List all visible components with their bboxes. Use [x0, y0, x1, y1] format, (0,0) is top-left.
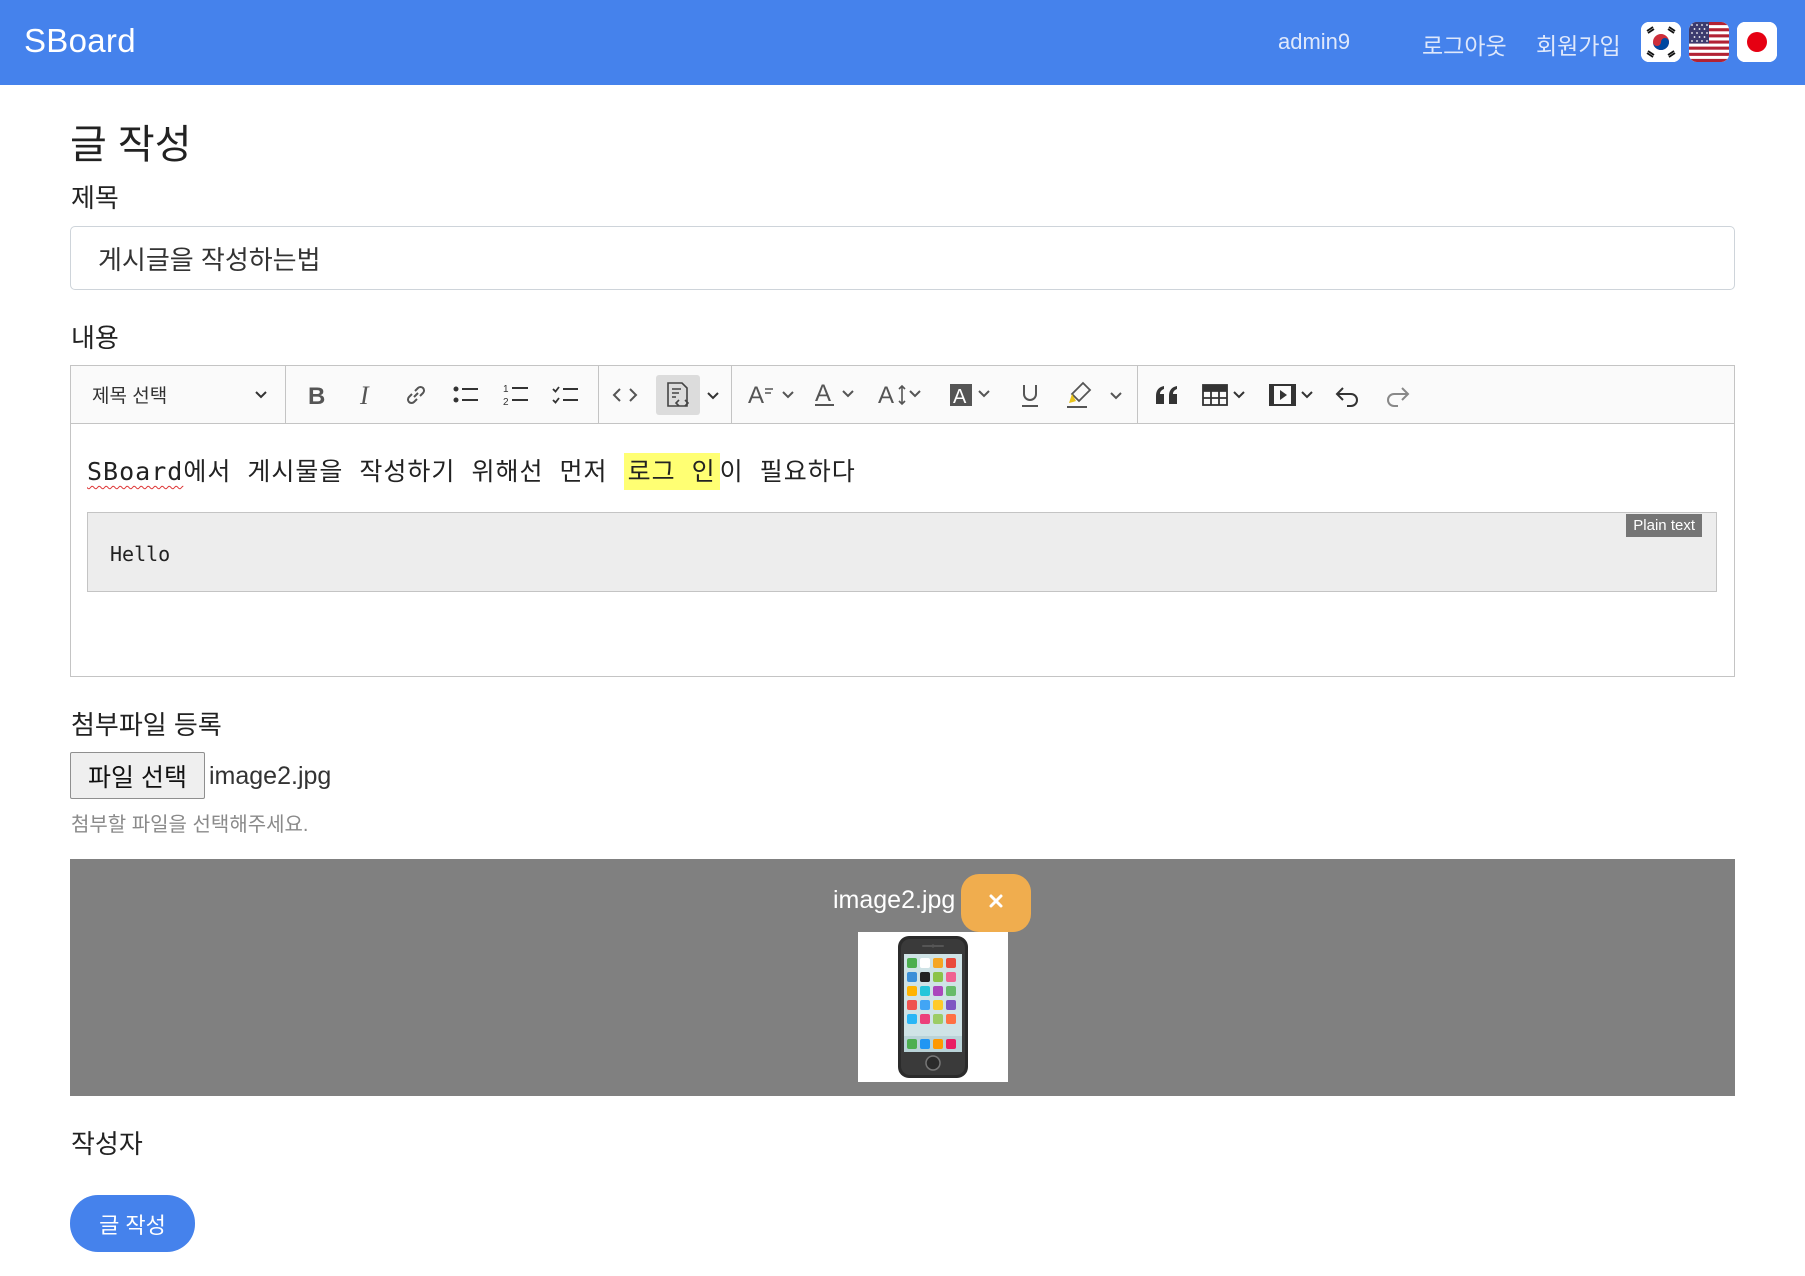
highlight-icon[interactable]: [1063, 378, 1097, 412]
spellcheck-word: SBoard: [87, 457, 184, 486]
editor-content-area[interactable]: SBoard에서 게시물을 작성하기 위해선 먼저 로그 인이 필요하다 Hel…: [71, 424, 1734, 676]
attachment-label: 첨부파일 등록: [71, 710, 222, 740]
remove-attachment-button[interactable]: [961, 874, 1031, 932]
code-language-badge: Plain text: [1626, 514, 1702, 537]
undo-icon[interactable]: [1331, 378, 1365, 412]
selected-file-name: image2.jpg: [209, 762, 332, 790]
redo-icon[interactable]: [1380, 378, 1414, 412]
choose-file-button[interactable]: 파일 선택: [70, 752, 205, 799]
logout-link[interactable]: 로그아웃: [1422, 27, 1507, 61]
code-block-dropdown-chevron-icon[interactable]: [705, 378, 721, 412]
heading-dropdown[interactable]: 제목 선택: [71, 366, 286, 423]
page-title: 글 작성: [70, 123, 192, 167]
content-label: 내용: [71, 323, 119, 353]
rich-text-editor[interactable]: 제목 선택 B I 12 A A A A SBoard에서 게시물을 작성하기 …: [70, 365, 1735, 677]
korea-flag-icon[interactable]: [1641, 22, 1681, 62]
title-label: 제목: [71, 183, 119, 213]
svg-text:2: 2: [503, 397, 509, 408]
phone-image: [858, 932, 1008, 1082]
toolbar-separator: [1137, 366, 1138, 423]
close-icon: [988, 893, 1004, 914]
link-icon[interactable]: [399, 378, 433, 412]
highlight-dropdown-chevron-icon[interactable]: [1108, 378, 1124, 412]
toolbar-separator: [598, 366, 599, 423]
code-block-text[interactable]: Hello: [110, 542, 170, 566]
svg-text:I: I: [359, 382, 370, 408]
bulleted-list-icon[interactable]: [449, 378, 483, 412]
editor-toolbar: 제목 선택 B I 12 A A A A: [71, 366, 1734, 424]
italic-icon[interactable]: I: [349, 378, 383, 412]
font-size-icon[interactable]: A: [746, 378, 798, 412]
table-icon[interactable]: [1201, 378, 1253, 412]
toolbar-separator: [731, 366, 732, 423]
japan-flag-icon[interactable]: [1737, 22, 1777, 62]
navbar: SBoard admin9 로그아웃 회원가입: [0, 0, 1805, 85]
underline-icon[interactable]: [1013, 378, 1047, 412]
svg-text:1: 1: [503, 384, 509, 395]
code-block[interactable]: Hello Plain text: [87, 512, 1717, 592]
file-hint-text: 첨부할 파일을 선택해주세요.: [71, 814, 309, 836]
brand-logo[interactable]: SBoard: [24, 22, 136, 60]
line-height-icon[interactable]: A: [877, 378, 927, 412]
svg-text:B: B: [308, 383, 325, 408]
paragraph-text-end: 이 필요하다: [719, 457, 856, 486]
heading-dropdown-label: 제목 선택: [92, 386, 168, 407]
nav-username[interactable]: admin9: [1278, 29, 1350, 55]
svg-text:A: A: [748, 382, 764, 408]
highlighted-text: 로그 인: [623, 453, 720, 490]
blockquote-icon[interactable]: [1150, 378, 1186, 412]
insert-code-block-icon[interactable]: [656, 375, 700, 415]
font-color-icon[interactable]: A: [813, 378, 863, 412]
code-icon[interactable]: [608, 378, 642, 412]
media-icon[interactable]: [1268, 378, 1320, 412]
title-input[interactable]: [70, 226, 1735, 290]
numbered-list-icon[interactable]: 12: [499, 378, 533, 412]
attachment-preview: image2.jpg: [70, 859, 1735, 1096]
svg-text:A: A: [815, 381, 831, 407]
bold-icon[interactable]: B: [299, 378, 333, 412]
author-label: 작성자: [71, 1129, 143, 1159]
todo-list-icon[interactable]: [549, 378, 583, 412]
preview-file-name: image2.jpg: [833, 886, 956, 914]
submit-post-button[interactable]: 글 작성: [70, 1195, 195, 1252]
font-background-icon[interactable]: A: [949, 378, 999, 412]
usa-flag-icon[interactable]: [1689, 22, 1729, 62]
chevron-down-icon: [253, 386, 269, 408]
signup-link[interactable]: 회원가입: [1536, 27, 1621, 61]
editor-paragraph[interactable]: SBoard에서 게시물을 작성하기 위해선 먼저 로그 인이 필요하다: [87, 452, 856, 490]
svg-text:A: A: [953, 386, 967, 408]
svg-text:A: A: [878, 382, 894, 409]
paragraph-text: 에서 게시물을 작성하기 위해선 먼저: [183, 457, 624, 486]
